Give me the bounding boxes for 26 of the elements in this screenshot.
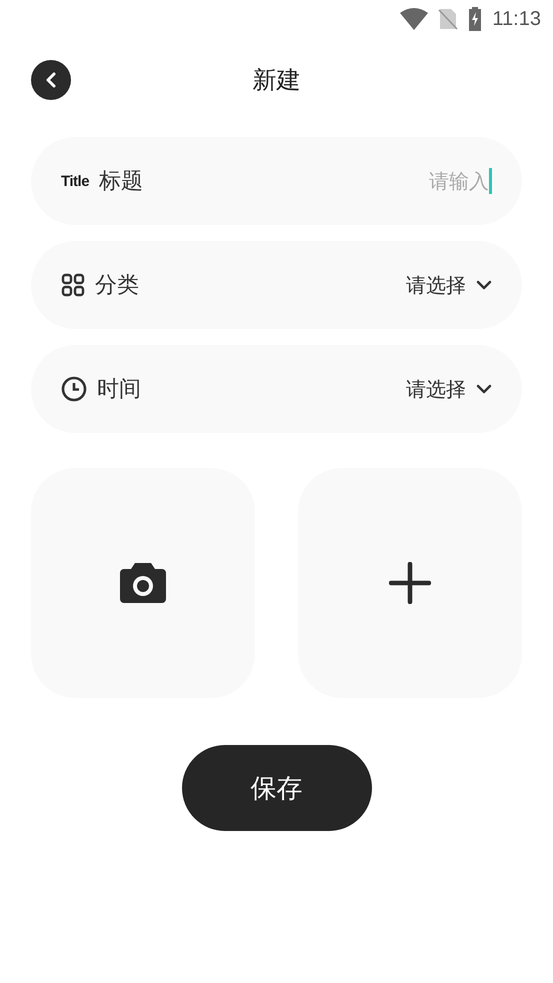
- grid-icon: [61, 273, 85, 297]
- select-row[interactable]: 时间 请选择: [31, 345, 522, 433]
- title-field[interactable]: Title 标题 请输入: [31, 137, 522, 225]
- chevron-down-icon: [476, 384, 492, 394]
- select-dropdown[interactable]: 请选择: [406, 272, 492, 298]
- field-label: 标题: [99, 168, 144, 196]
- chevron-down-icon: [476, 280, 492, 290]
- clock-icon: [61, 376, 87, 402]
- select-dropdown[interactable]: 请选择: [406, 376, 492, 402]
- back-button[interactable]: [31, 60, 71, 100]
- photo-tile[interactable]: [31, 468, 255, 698]
- status-time: 11:13: [492, 8, 541, 30]
- wifi-icon: [400, 8, 428, 30]
- plus-icon: [389, 562, 431, 604]
- title-caption: Title: [61, 172, 90, 190]
- camera-icon: [119, 561, 167, 605]
- select-row[interactable]: 分类 请选择: [31, 241, 522, 329]
- battery-charging-icon: [468, 7, 482, 31]
- back-icon: [45, 72, 57, 88]
- field-label: 分类: [95, 272, 139, 300]
- title-input[interactable]: 请输入: [153, 169, 489, 193]
- save-button[interactable]: 保存: [182, 745, 372, 831]
- no-sim-icon: [438, 8, 458, 30]
- page-title: 新建: [252, 65, 300, 96]
- field-label: 时间: [97, 376, 141, 404]
- add-tile[interactable]: [298, 468, 522, 698]
